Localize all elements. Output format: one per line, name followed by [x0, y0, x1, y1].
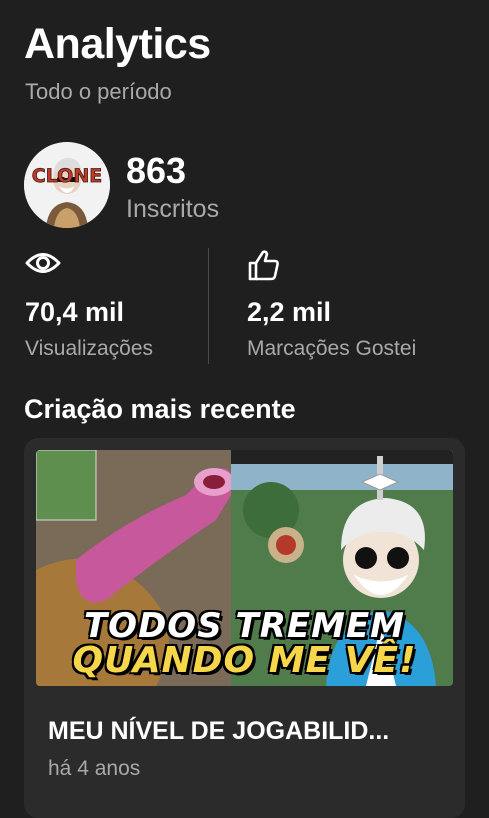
- avatar-logo-text: CLONE: [32, 165, 102, 187]
- video-age: há 4 anos: [48, 757, 141, 780]
- section-title: Criação mais recente: [24, 394, 296, 424]
- stats-divider: [208, 248, 209, 364]
- video-thumbnail[interactable]: TODOS TREMEM QUANDO ME VÊ!: [36, 450, 453, 686]
- likes-label: Marcações Gostei: [247, 337, 417, 360]
- subscriber-label: Inscritos: [126, 195, 220, 223]
- likes-stat[interactable]: 2,2 mil Marcações Gostei: [247, 248, 457, 364]
- thumbnail-text-line2: QUANDO ME VÊ!: [72, 640, 417, 681]
- video-title[interactable]: MEU NÍVEL DE JOGABILID...: [48, 716, 389, 746]
- views-stat[interactable]: 70,4 mil Visualizações: [25, 248, 205, 364]
- likes-value: 2,2 mil: [247, 297, 332, 327]
- channel-avatar-clone-logo: CLONE: [24, 142, 110, 228]
- period-label[interactable]: Todo o período: [25, 78, 172, 106]
- eye-icon: [25, 248, 61, 283]
- channel-avatar[interactable]: CLONE: [24, 142, 110, 228]
- views-value: 70,4 mil: [25, 297, 125, 327]
- subscriber-count: 863: [126, 150, 187, 191]
- latest-video-card[interactable]: TODOS TREMEM QUANDO ME VÊ! MEU NÍVEL DE …: [24, 438, 465, 818]
- page-title: Analytics: [24, 20, 211, 68]
- thumbs-up-icon: [247, 248, 281, 287]
- views-label: Visualizações: [25, 337, 154, 360]
